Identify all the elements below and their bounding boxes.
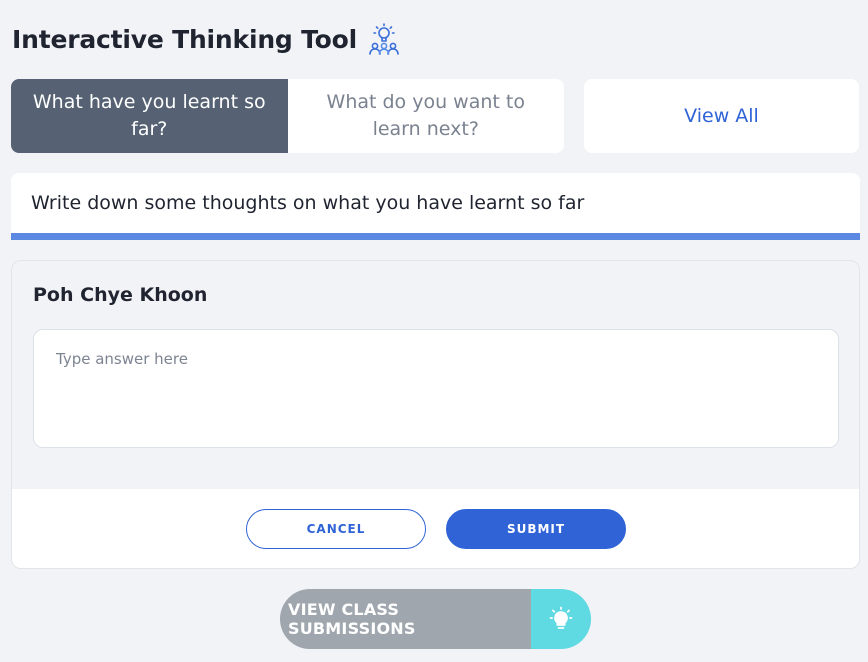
interactive-thinking-tool-page: Interactive Thinking Tool What have you … [0,0,868,662]
view-class-submissions-button[interactable]: VIEW CLASS SUBMISSIONS [280,589,591,649]
header: Interactive Thinking Tool [12,22,401,56]
view-all-button[interactable]: View All [584,79,859,153]
question-tabs: What have you learnt so far? What do you… [11,79,564,153]
submit-button[interactable]: SUBMIT [446,509,626,549]
cancel-button[interactable]: CANCEL [246,509,426,549]
tab-learn-next[interactable]: What do you want to learn next? [287,79,564,153]
card-actions: CANCEL SUBMIT [12,489,859,568]
lightbulb-people-icon [367,22,401,56]
response-card: Poh Chye Khoon CANCEL SUBMIT [11,260,860,569]
page-title: Interactive Thinking Tool [12,24,357,54]
lightbulb-icon [531,589,591,649]
tab-learnt-so-far[interactable]: What have you learnt so far? [11,79,288,153]
answer-input[interactable] [33,329,839,448]
author-name: Poh Chye Khoon [33,284,208,306]
view-class-submissions-label: VIEW CLASS SUBMISSIONS [280,589,531,649]
question-prompt: Write down some thoughts on what you hav… [11,173,860,240]
